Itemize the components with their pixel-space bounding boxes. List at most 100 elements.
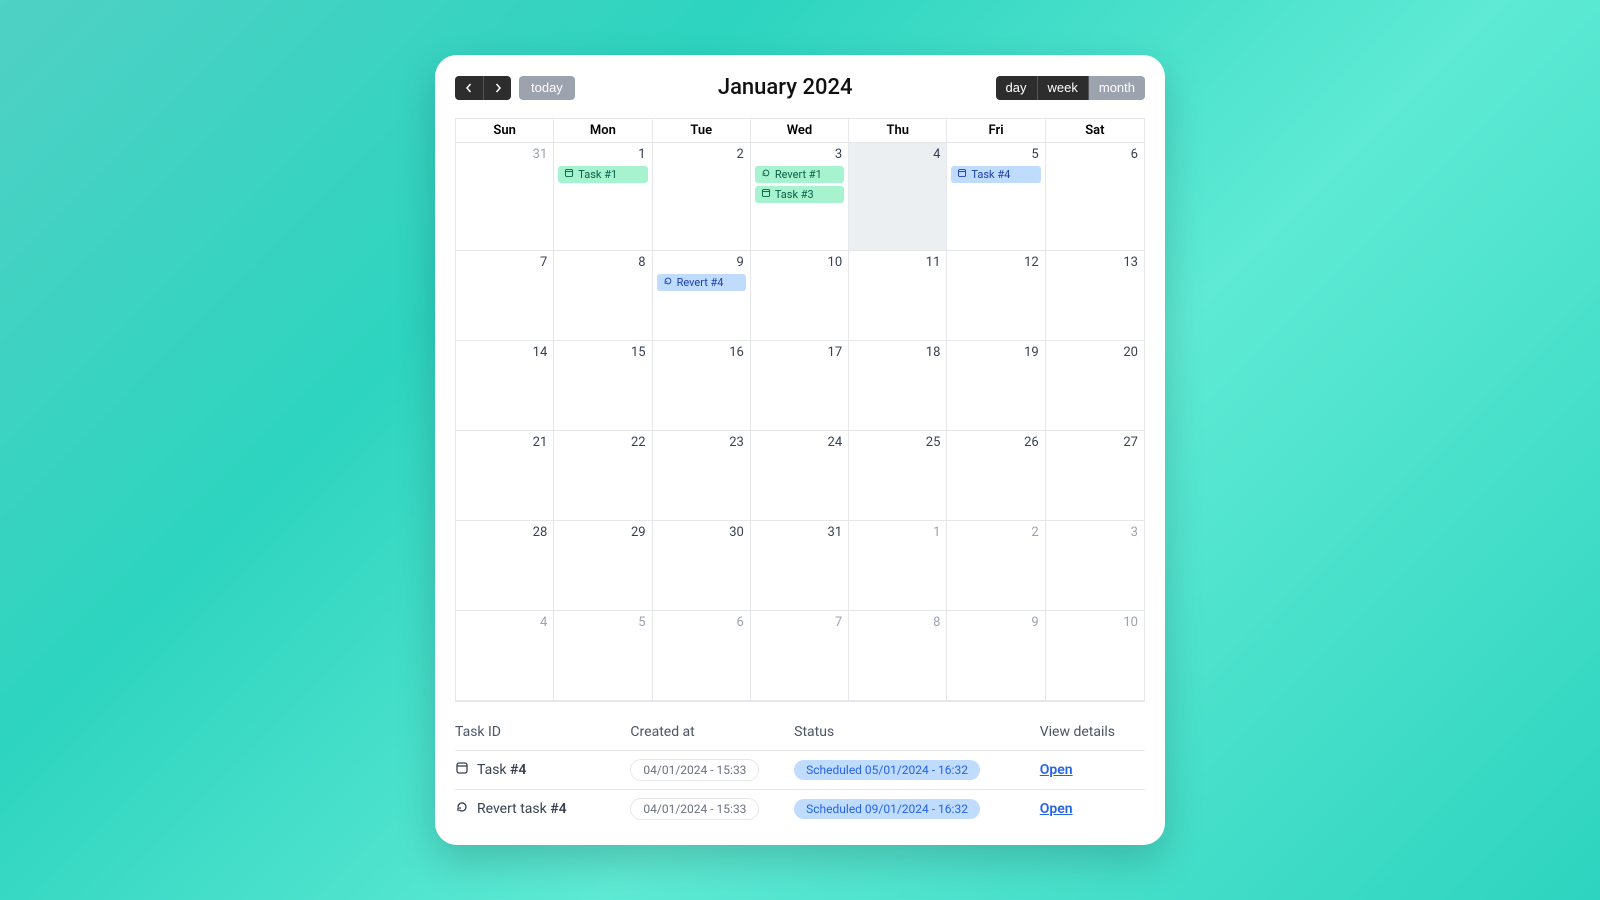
day-number: 2 [657, 147, 746, 162]
calendar-day[interactable]: 29 [554, 521, 652, 611]
calendar-day[interactable]: 31 [751, 521, 849, 611]
calendar-day[interactable]: 8 [849, 611, 947, 701]
day-number: 2 [951, 525, 1040, 540]
task-table: Task ID Created at Status View details T… [455, 724, 1145, 825]
calendar-day[interactable]: 9 [947, 611, 1045, 701]
prev-button[interactable] [455, 76, 483, 100]
task-icon [564, 168, 574, 181]
day-number: 1 [558, 147, 647, 162]
event-label: Revert #1 [775, 168, 822, 181]
day-number: 21 [460, 435, 549, 450]
calendar-day[interactable]: 2 [947, 521, 1045, 611]
calendar-day[interactable]: 20 [1046, 341, 1144, 431]
calendar-day[interactable]: 3Revert #1Task #3 [751, 143, 849, 251]
day-number: 7 [755, 615, 844, 630]
task-id-cell: Revert task #4 [455, 800, 630, 818]
calendar-day[interactable]: 12 [947, 251, 1045, 341]
toolbar: today January 2024 day week month [455, 75, 1145, 100]
calendar-day[interactable]: 3 [1046, 521, 1144, 611]
day-number: 4 [853, 147, 942, 162]
calendar-day[interactable]: 5Task #4 [947, 143, 1045, 251]
day-number: 17 [755, 345, 844, 360]
task-number: #4 [510, 762, 526, 778]
calendar-event[interactable]: Task #4 [951, 166, 1040, 183]
day-header: Thu [849, 119, 947, 143]
col-task-id: Task ID [455, 724, 630, 740]
day-number: 3 [1050, 525, 1140, 540]
calendar-day[interactable]: 23 [653, 431, 751, 521]
open-link[interactable]: Open [1040, 801, 1073, 817]
col-status: Status [794, 724, 1040, 740]
calendar-day[interactable]: 4 [849, 143, 947, 251]
calendar-day[interactable]: 17 [751, 341, 849, 431]
calendar-day[interactable]: 18 [849, 341, 947, 431]
day-number: 31 [755, 525, 844, 540]
calendar-day[interactable]: 1 [849, 521, 947, 611]
calendar-day[interactable]: 1 Task #1 [554, 143, 652, 251]
col-created: Created at [630, 724, 794, 740]
today-button[interactable]: today [519, 76, 575, 100]
day-number: 25 [853, 435, 942, 450]
day-number: 10 [755, 255, 844, 270]
revert-icon [663, 276, 673, 289]
calendar-day[interactable]: 7 [456, 251, 554, 341]
task-row: Revert task #404/01/2024 - 15:33Schedule… [455, 789, 1145, 825]
day-header: Tue [653, 119, 751, 143]
view-month-button[interactable]: month [1088, 76, 1145, 100]
task-name: Task [477, 762, 510, 778]
calendar-day[interactable]: 21 [456, 431, 554, 521]
calendar-day[interactable]: 31 [456, 143, 554, 251]
calendar-day[interactable]: 25 [849, 431, 947, 521]
calendar-day[interactable]: 6 [1046, 143, 1144, 251]
calendar-day[interactable]: 11 [849, 251, 947, 341]
calendar-day[interactable]: 28 [456, 521, 554, 611]
calendar-day[interactable]: 8 [554, 251, 652, 341]
event-label: Task #1 [578, 168, 617, 181]
calendar-event[interactable]: Task #3 [755, 186, 844, 203]
day-number: 22 [558, 435, 647, 450]
calendar-event[interactable]: Revert #1 [755, 166, 844, 183]
calendar-panel: today January 2024 day week month SunMon… [435, 55, 1165, 845]
calendar-day[interactable]: 13 [1046, 251, 1144, 341]
day-number: 30 [657, 525, 746, 540]
day-number: 9 [951, 615, 1040, 630]
calendar-day[interactable]: 5 [554, 611, 652, 701]
day-number: 16 [657, 345, 746, 360]
calendar-day[interactable]: 9Revert #4 [653, 251, 751, 341]
calendar-event[interactable]: Revert #4 [657, 274, 746, 291]
calendar-day[interactable]: 15 [554, 341, 652, 431]
view-day-button[interactable]: day [996, 76, 1037, 100]
calendar-day[interactable]: 24 [751, 431, 849, 521]
open-link[interactable]: Open [1040, 762, 1073, 778]
day-number: 20 [1050, 345, 1140, 360]
calendar-day[interactable]: 2 [653, 143, 751, 251]
calendar-day[interactable]: 16 [653, 341, 751, 431]
calendar-title: January 2024 [718, 75, 853, 100]
day-header: Sat [1046, 119, 1144, 143]
calendar-day[interactable]: 19 [947, 341, 1045, 431]
calendar-day[interactable]: 14 [456, 341, 554, 431]
day-number: 15 [558, 345, 647, 360]
created-at-badge: 04/01/2024 - 15:33 [630, 798, 759, 820]
day-number: 6 [657, 615, 746, 630]
col-details: View details [1040, 724, 1145, 740]
calendar-event[interactable]: Task #1 [558, 166, 647, 183]
calendar-day[interactable]: 26 [947, 431, 1045, 521]
calendar-day[interactable]: 22 [554, 431, 652, 521]
calendar-day[interactable]: 4 [456, 611, 554, 701]
calendar-day[interactable]: 27 [1046, 431, 1144, 521]
task-row: Task #404/01/2024 - 15:33Scheduled 05/01… [455, 750, 1145, 789]
day-number: 6 [1050, 147, 1140, 162]
calendar-day[interactable]: 10 [751, 251, 849, 341]
calendar-day[interactable]: 7 [751, 611, 849, 701]
chevron-right-icon [493, 83, 503, 93]
calendar-day[interactable]: 10 [1046, 611, 1144, 701]
event-label: Revert #4 [677, 276, 724, 289]
task-name: Revert task [477, 801, 550, 817]
day-header: Mon [554, 119, 652, 143]
calendar-day[interactable]: 30 [653, 521, 751, 611]
calendar-day[interactable]: 6 [653, 611, 751, 701]
next-button[interactable] [483, 76, 511, 100]
day-header: Fri [947, 119, 1045, 143]
view-week-button[interactable]: week [1037, 76, 1088, 100]
